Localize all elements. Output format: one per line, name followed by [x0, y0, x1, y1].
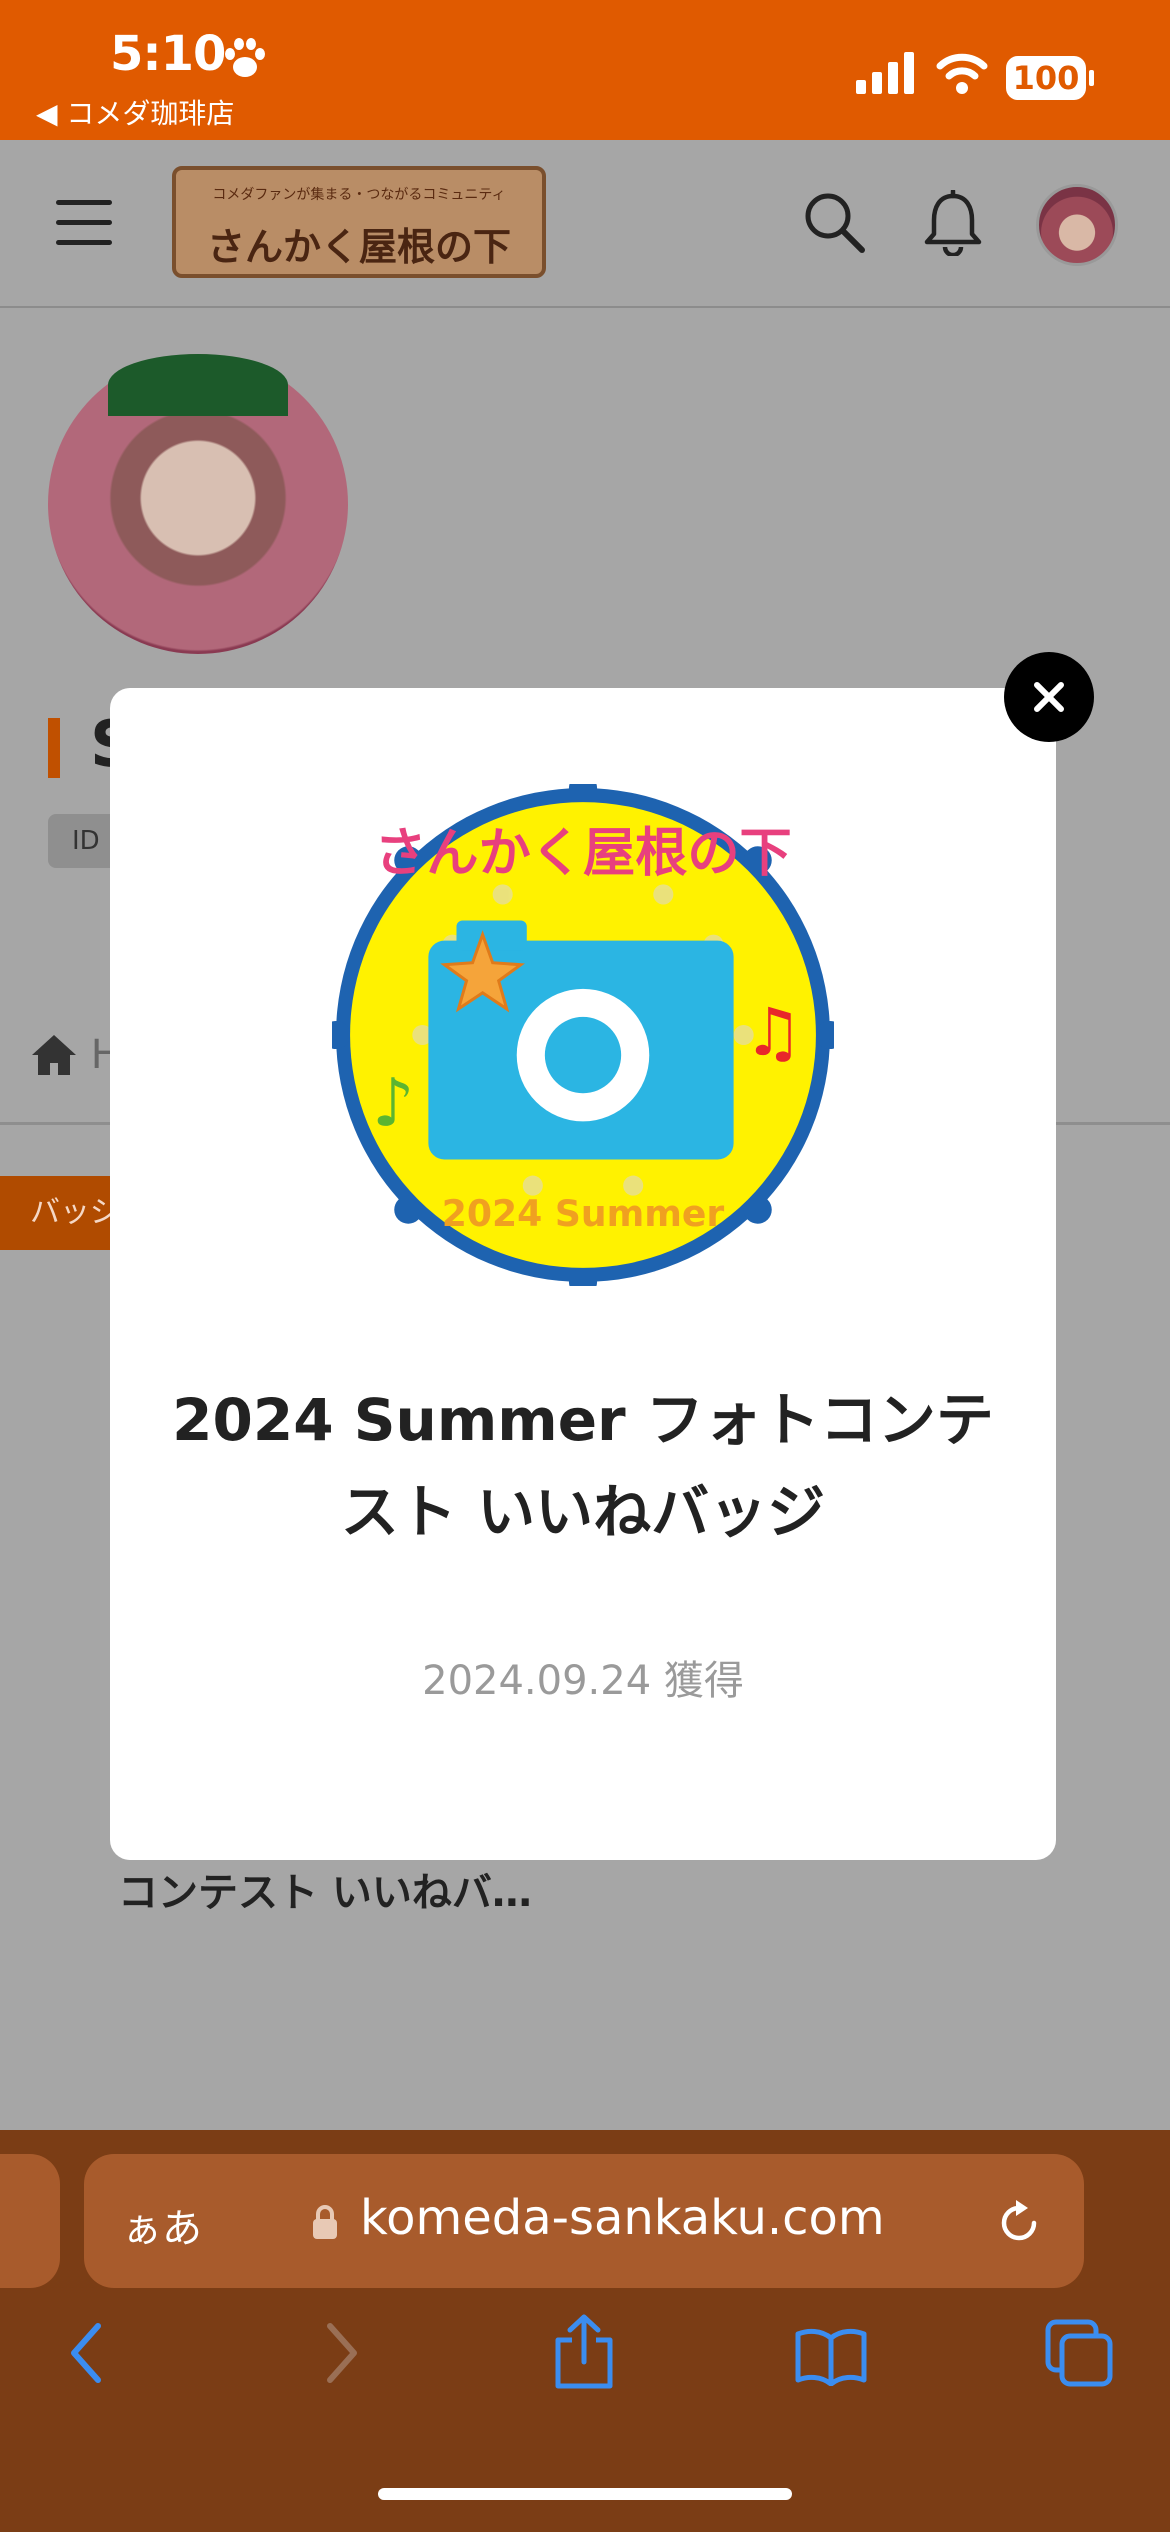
- status-time: 5:10: [110, 26, 226, 82]
- wifi-icon: [936, 53, 988, 94]
- logo-name: さんかく屋根の下: [206, 225, 511, 269]
- home-icon: [32, 1035, 76, 1075]
- modal-earned-date: 2024.09.24 獲得: [422, 1658, 744, 1704]
- lock-icon: [313, 2205, 337, 2239]
- modal-title: 2024 Summer フォトコンテスト いいねバッジ: [172, 1386, 994, 1546]
- text-size-button[interactable]: ぁあ: [122, 2196, 202, 2254]
- signal-icon: [856, 52, 914, 94]
- logo-tagline: コメダファンが集まる・つながるコミュニティ: [212, 187, 506, 203]
- previous-tab-peek[interactable]: [0, 2154, 60, 2288]
- status-bar: 5:10 ◀ コメダ珈琲店 100: [0, 0, 1170, 140]
- badge-ring-text: さんかく屋根の下: [374, 823, 792, 883]
- battery-indicator: 100: [1006, 56, 1094, 100]
- share-icon[interactable]: [552, 2314, 616, 2390]
- user-avatar[interactable]: [1036, 184, 1118, 266]
- url-text: komeda-sankaku.com: [360, 2190, 885, 2246]
- bookmarks-icon[interactable]: [794, 2326, 868, 2386]
- name-accent-bar: [48, 718, 60, 778]
- tabs-icon[interactable]: [1044, 2318, 1114, 2388]
- svg-text:♫: ♫: [744, 993, 803, 1071]
- menu-icon[interactable]: [56, 200, 112, 245]
- site-logo[interactable]: コメダファンが集まる・つながるコミュニティ さんかく屋根の下: [172, 166, 546, 278]
- badge-year-text: 2024 Summer: [442, 1192, 725, 1235]
- back-icon[interactable]: [66, 2320, 106, 2386]
- forward-icon[interactable]: [322, 2320, 362, 2386]
- reload-icon[interactable]: [994, 2198, 1044, 2248]
- badge-image: ♫ ♪ さんかく屋根の下 2024 Summer: [332, 784, 834, 1286]
- close-modal-button[interactable]: [1004, 652, 1094, 742]
- page: コメダファンが集まる・つながるコミュニティ さんかく屋根の下 S ID H バッ…: [0, 140, 1170, 2130]
- profile-id-chip: ID: [48, 814, 118, 868]
- address-bar[interactable]: ぁあ komeda-sankaku.com: [84, 2154, 1084, 2288]
- home-indicator[interactable]: [378, 2488, 792, 2500]
- svg-text:♪: ♪: [372, 1063, 414, 1141]
- badge-modal: ♫ ♪ さんかく屋根の下 2024 Summer 2024 Summer フォト…: [110, 688, 1056, 1860]
- close-icon: [1034, 682, 1064, 712]
- site-header: コメダファンが集まる・つながるコミュニティ さんかく屋根の下: [0, 140, 1170, 308]
- browser-toolbar: ぁあ komeda-sankaku.com: [0, 2130, 1170, 2532]
- paw-icon: [225, 38, 265, 77]
- back-to-app-link[interactable]: ◀ コメダ珈琲店: [36, 92, 234, 132]
- profile-avatar: [48, 354, 348, 654]
- search-icon[interactable]: [802, 190, 866, 254]
- bell-icon[interactable]: [922, 190, 984, 256]
